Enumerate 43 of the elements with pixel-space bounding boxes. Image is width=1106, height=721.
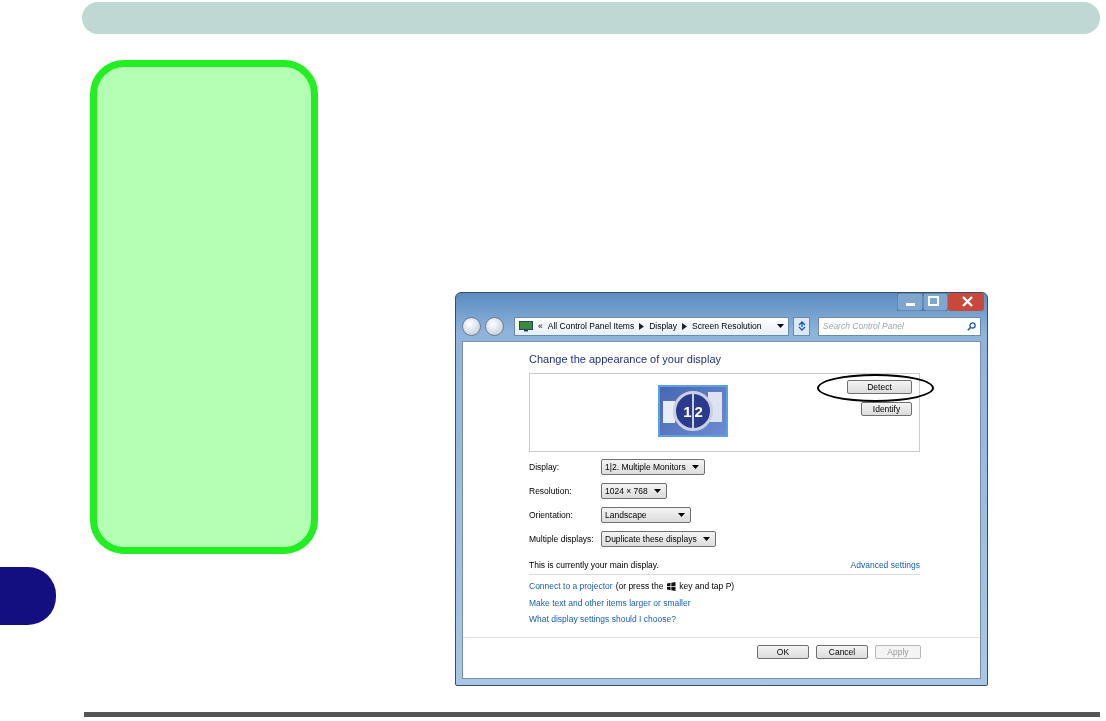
back-button[interactable] <box>462 316 481 336</box>
caret-icon <box>653 489 661 493</box>
link[interactable]: Make text and other items larger or smaller <box>529 597 691 608</box>
identify-button[interactable]: Identify <box>861 402 912 416</box>
caret-icon <box>691 465 699 469</box>
projector-link[interactable]: Connect to a projector <box>529 581 613 592</box>
address-bar[interactable]: « All Control Panel Items Display Screen Resolution <box>514 316 789 336</box>
ok-button[interactable]: OK <box>757 644 809 659</box>
window-flag-icon <box>666 581 677 591</box>
dropdown[interactable]: 1024 × 768 <box>601 483 667 499</box>
cancel-button[interactable]: Cancel <box>816 644 868 659</box>
projector-hint: Connect to a projector (or press the key and tap P) <box>529 581 735 592</box>
setting-label: Display: <box>529 462 561 472</box>
monitor-icon <box>519 320 533 332</box>
forward-button[interactable] <box>485 316 504 336</box>
caret-icon <box>777 324 784 328</box>
monitor-drawing[interactable]: 1 2 <box>658 385 728 437</box>
search-icon <box>967 321 976 331</box>
setting-label: Orientation: <box>529 510 574 520</box>
arrow-icon <box>682 322 688 330</box>
refresh-icon <box>796 321 807 331</box>
advanced-settings-link[interactable]: Advanced settings <box>850 560 920 570</box>
main-display-note: This is currently your main display. <box>529 560 659 570</box>
dropdown[interactable]: 1|2. Multiple Monitors <box>601 459 705 475</box>
arrow-icon <box>639 322 645 330</box>
breadcrumb-item[interactable]: All Control Panel Items <box>547 321 635 331</box>
maximize-button[interactable] <box>923 293 948 311</box>
page-heading: Change the appearance of your display <box>529 352 723 367</box>
minimize-button[interactable] <box>897 293 923 311</box>
overflow-chevron[interactable]: « <box>538 321 543 331</box>
close-button[interactable] <box>948 293 984 311</box>
search-field[interactable]: Search Control Panel <box>818 316 981 336</box>
setting-label: Resolution: <box>529 486 573 496</box>
caret-icon <box>678 513 685 517</box>
detect-button[interactable]: Detect <box>847 380 912 394</box>
refresh-button[interactable] <box>793 316 810 336</box>
setting-label: Multiple displays: <box>529 534 595 544</box>
dropdown[interactable]: Duplicate these displays <box>601 531 716 547</box>
breadcrumb-item[interactable]: Display <box>649 321 678 331</box>
dropdown[interactable]: Landscape <box>601 507 691 523</box>
breadcrumb-item[interactable]: Screen Resolution <box>692 321 762 331</box>
link[interactable]: What display settings should I choose? <box>529 614 676 625</box>
caret-icon <box>702 537 710 541</box>
